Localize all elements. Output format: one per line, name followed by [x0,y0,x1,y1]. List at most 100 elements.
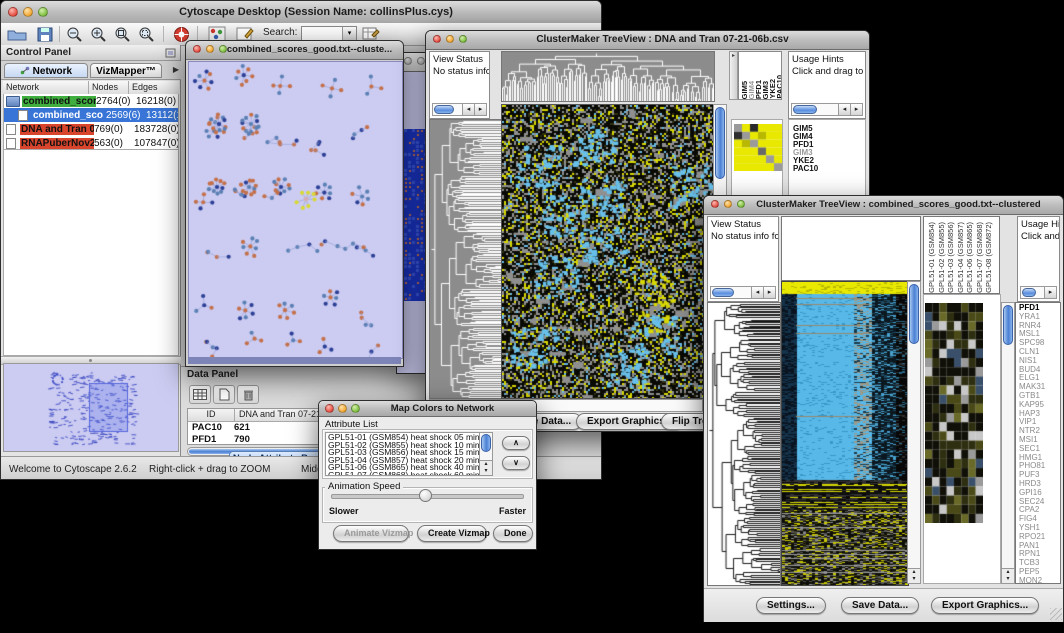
close-button[interactable] [711,200,719,208]
close-button[interactable] [404,57,412,65]
search-dropdown-arrow[interactable]: ▾ [342,27,356,40]
network-tree-row[interactable]: DNA and Tran 07769(0)183728(0) [4,122,178,136]
network-window-title-bar[interactable]: combined_scores_good.txt--cluste... [186,41,403,60]
tab-network[interactable]: Network [4,63,88,78]
column-header-id[interactable]: ID [188,409,235,421]
network-canvas[interactable] [188,61,403,359]
scroll-thumb[interactable] [793,105,817,114]
new-attribute-button[interactable] [213,385,235,404]
scroll-track[interactable] [1021,287,1044,298]
zoom-selected-button[interactable] [135,25,159,43]
save-session-button[interactable] [33,25,57,43]
scroll-up-button[interactable]: ▴ [1006,569,1009,575]
search-input[interactable] [302,27,344,40]
move-down-button[interactable]: ∨ [502,456,530,470]
scroll-thumb[interactable] [434,105,454,114]
view-status-text: No status info for [711,231,778,242]
scroll-down-button[interactable]: ▾ [912,576,915,582]
column-label: GPL51-08 (GSM872) [984,222,994,293]
row-dendrogram-canvas[interactable] [429,119,503,399]
tab-vizmapper[interactable]: VizMapper™ [90,63,162,78]
button-save-data-[interactable]: Save Data... [841,597,919,614]
minimize-button[interactable] [23,7,33,17]
main-title-bar[interactable]: Cytoscape Desktop (Session Name: collins… [1,1,601,24]
close-button[interactable] [8,7,18,17]
column-header-edges[interactable]: Edges [129,81,179,94]
vscroll-thumb[interactable] [715,107,725,179]
scroll-track[interactable] [433,104,462,115]
minimize-button[interactable] [446,35,454,43]
done-button[interactable]: Done [493,525,533,542]
vscroll-thumb[interactable] [909,284,919,344]
zoom-heatmap-canvas[interactable] [925,303,983,523]
speed-slider-thumb[interactable] [419,489,432,502]
zoom-heatmap-canvas[interactable] [734,124,782,171]
scroll-up-button[interactable]: ▴ [484,461,487,467]
list-vscrollbar[interactable]: ▴▾ [479,433,492,475]
scroll-down-button[interactable]: ▾ [1006,576,1009,582]
zoom-in-button[interactable] [87,25,111,43]
create-vizmap-button[interactable]: Create Vizmap [417,525,487,542]
network-tree-row[interactable]: combined_scores2764(0)16218(0) [4,94,178,108]
dialog-title-bar[interactable]: Map Colors to Network [319,401,536,417]
scroll-left-button[interactable]: ◂ [838,104,850,115]
scroll-right-button[interactable]: ▸ [1044,287,1056,298]
hints-hscrollbar[interactable]: ▸ [1020,286,1057,299]
delete-attribute-button[interactable] [237,385,259,404]
vscroll-thumb[interactable] [481,434,491,452]
scroll-left-button[interactable]: ◂ [462,104,474,115]
close-button[interactable] [433,35,441,43]
scroll-left-button[interactable]: ◂ [751,287,763,298]
global-heatmap-canvas[interactable] [781,281,909,586]
network-tree-row[interactable]: combined_sco2569(6)13112(15) [4,108,178,122]
scroll-thumb[interactable] [1022,288,1036,297]
scroll-track[interactable] [711,287,751,298]
treeview1-title-bar[interactable]: ClusterMaker TreeView : DNA and Tran 07-… [426,31,869,50]
scroll-right-button[interactable]: ▸ [850,104,862,115]
scroll-down-button[interactable]: ▾ [484,468,487,474]
move-up-button[interactable]: ∧ [502,436,530,450]
close-button[interactable] [325,404,334,413]
open-file-button[interactable] [5,25,29,43]
scroll-thumb[interactable] [712,288,734,297]
minimize-button[interactable] [206,45,214,53]
close-button[interactable] [193,45,201,53]
scroll-track[interactable] [792,104,838,115]
control-panel: Control Panel Network VizMapper™ ▶ Netwo… [1,45,181,456]
button-export-graphics-[interactable]: Export Graphics... [931,597,1039,614]
table-view-button[interactable] [189,385,211,404]
status-hscrollbar[interactable]: ◂ ▸ [710,286,776,299]
tab-overflow-button[interactable]: ▶ [173,65,179,74]
treeview2-title-bar[interactable]: ClusterMaker TreeView : combined_scores_… [704,196,1063,215]
column-header-network[interactable]: Network [3,81,89,94]
status-hscrollbar[interactable]: ◂ ▸ [432,103,487,116]
gene-list-vscrollbar[interactable]: ▴▾ [1001,302,1015,584]
zoom-fit-button[interactable] [111,25,135,43]
minimize-button[interactable] [417,57,425,65]
column-header-nodes[interactable]: Nodes [89,81,129,94]
vscroll-buttons[interactable]: ▴▾ [1002,568,1014,583]
column-dendrogram-canvas[interactable] [501,51,715,102]
global-heatmap-canvas[interactable] [501,104,715,399]
tree-splitter[interactable]: ▸ [729,51,738,100]
animate-vizmap-button[interactable]: Animate Vizmap [333,525,409,542]
scroll-up-button[interactable]: ▴ [912,569,915,575]
vscroll-thumb[interactable] [1003,305,1013,345]
zoom-out-button[interactable] [63,25,87,43]
minimize-button[interactable] [724,200,732,208]
minimize-button[interactable] [338,404,347,413]
row-dendrogram-canvas[interactable] [707,302,781,586]
birdseye-canvas[interactable] [5,365,177,450]
network-tree-row[interactable]: RNAPuberNov2+I563(0)107847(0) [4,136,178,150]
heatmap-vscrollbar[interactable]: ▴▾ [907,281,921,584]
vscroll-buttons[interactable]: ▴▾ [480,460,492,475]
hints-hscrollbar[interactable]: ◂ ▸ [791,103,863,116]
resize-grip[interactable] [1050,608,1062,620]
scroll-right-button[interactable]: ▸ [763,287,775,298]
scroll-right-button[interactable]: ▸ [474,104,486,115]
button-settings-[interactable]: Settings... [756,597,826,614]
attribute-list-item[interactable]: GPL51-07 (GSM868) heat shock 60 min [328,472,480,476]
vscroll-buttons[interactable]: ▴▾ [908,568,920,583]
float-panel-icon[interactable] [165,48,176,58]
attribute-listbox[interactable]: GPL51-01 (GSM854) heat shock 05 minGPL51… [325,432,493,476]
